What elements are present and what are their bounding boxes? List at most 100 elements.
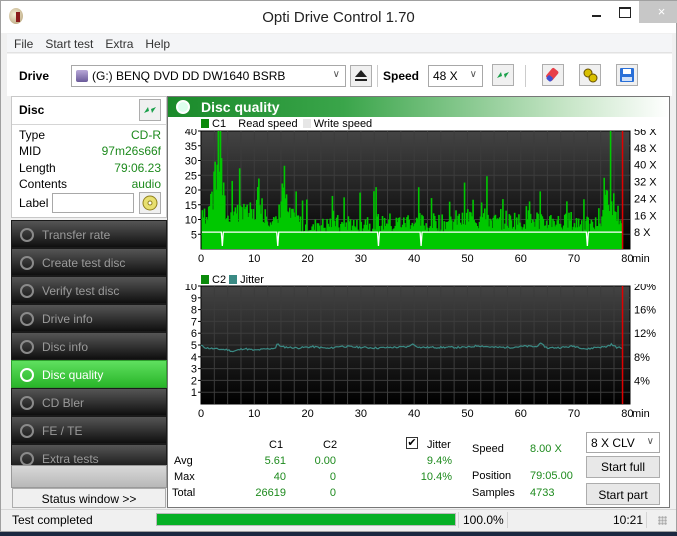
resize-grip-icon[interactable] <box>658 516 667 525</box>
status-divider <box>507 512 508 528</box>
start-full-button[interactable]: Start full <box>586 456 660 478</box>
x-tick-label: 30 <box>355 408 367 420</box>
jitter-swatch <box>229 275 238 284</box>
disc-length-key: Length <box>19 161 56 175</box>
nav-label: Create test disc <box>42 256 126 270</box>
start-part-button[interactable]: Start part <box>586 483 660 505</box>
nav-label: Disc info <box>42 340 89 354</box>
x-tick-label: 0 <box>198 408 204 420</box>
samples-label: Samples <box>472 487 515 499</box>
menu-help[interactable]: Help <box>138 34 175 51</box>
nav-label: Disc quality <box>42 368 104 382</box>
refresh-icon <box>497 72 509 78</box>
save-button[interactable] <box>616 64 638 86</box>
col-header-c1: C1 <box>269 439 284 451</box>
eraser-icon <box>546 68 559 82</box>
y-tick-label: 5 <box>191 340 197 352</box>
menu-bar: File Start test Extra Help <box>7 34 672 53</box>
c1-base-fill <box>202 231 623 249</box>
y2-tick-label: 20% <box>634 284 656 293</box>
x-tick-label: 20 <box>301 253 313 265</box>
refresh-speed-button[interactable] <box>492 64 514 86</box>
menu-file[interactable]: File <box>7 34 38 51</box>
y2-tick-label: 12% <box>634 328 656 340</box>
refresh-disc-button[interactable] <box>139 99 161 121</box>
y2-tick-label: 32 X <box>634 177 657 189</box>
x-tick-label: 70 <box>568 253 580 265</box>
gears-icon <box>583 68 598 83</box>
nav-cd-bler[interactable]: CD Bler <box>11 388 167 416</box>
drive-icon <box>76 70 88 82</box>
disc-contents-value: audio <box>131 177 161 191</box>
nav-label: Drive info <box>42 312 93 326</box>
x-tick-label: 10 <box>248 253 260 265</box>
nav-fe-te[interactable]: FE / TE <box>11 416 167 444</box>
speed-info-value: 8.00 X <box>530 443 562 455</box>
disc-label-key: Label <box>19 196 49 210</box>
x-tick-label: 50 <box>461 408 473 420</box>
cd-icon <box>142 195 158 211</box>
erase-button[interactable] <box>542 64 564 86</box>
status-window-button[interactable]: Status window >> <box>12 488 166 508</box>
disc-mid-value: 97m26s66f <box>101 144 161 158</box>
nav-drive-info[interactable]: Drive info <box>11 304 167 332</box>
disc-contents-key: Contents <box>19 177 68 191</box>
jitter-label: Jitter <box>427 439 451 451</box>
nav-verify-test-disc[interactable]: Verify test disc <box>11 276 167 304</box>
disc-label-button[interactable] <box>139 192 161 214</box>
refresh-icon <box>144 107 156 113</box>
chevron-down-icon: ∨ <box>646 436 654 447</box>
x-tick-label: 40 <box>408 408 420 420</box>
y2-tick-label: 16% <box>634 305 656 317</box>
max-c2-value: 0 <box>329 471 336 483</box>
avg-c2-value: 0.00 <box>314 455 336 467</box>
title-bar: Opti Drive Control 1.70 × <box>1 1 677 33</box>
jitter-checkbox[interactable]: ✔ <box>406 437 418 449</box>
status-divider <box>458 512 459 528</box>
total-label: Total <box>172 487 196 499</box>
y2-tick-label: 24 X <box>634 193 657 205</box>
y-tick-label: 2 <box>191 375 197 387</box>
drive-select[interactable]: (G:) BENQ DVD DD DW1640 BSRB ∨ <box>71 65 346 87</box>
nav-transfer-rate[interactable]: Transfer rate <box>11 220 167 248</box>
chevron-down-icon: ∨ <box>469 69 477 80</box>
panel-header: Disc quality <box>168 97 669 117</box>
c2-swatch <box>201 275 209 284</box>
total-c1-value: 26619 <box>255 487 286 499</box>
close-button[interactable]: × <box>639 1 677 23</box>
eject-button[interactable] <box>350 65 372 87</box>
disc-quality-icon <box>176 100 190 114</box>
x-tick-label: 50 <box>461 253 473 265</box>
y-tick-label: 10 <box>185 215 197 227</box>
y-tick-label: 10 <box>185 284 197 293</box>
speed-select[interactable]: 48 X ∨ <box>428 65 483 87</box>
chevron-down-icon: ∨ <box>332 69 340 80</box>
menu-extra[interactable]: Extra <box>98 34 138 51</box>
nav-label: CD Bler <box>42 396 85 410</box>
x-tick-label: 10 <box>248 408 260 420</box>
avg-c1-value: 5.61 <box>264 455 286 467</box>
y-tick-label: 15 <box>185 200 197 212</box>
nav-create-test-disc[interactable]: Create test disc <box>11 248 167 276</box>
disc-test-icon <box>20 452 34 466</box>
disc-label-input[interactable] <box>52 193 134 213</box>
max-c1-value: 40 <box>273 471 286 483</box>
maximize-button[interactable] <box>611 1 639 23</box>
max-label: Max <box>174 471 195 483</box>
x-axis-label: min <box>632 253 650 265</box>
y-tick-label: 4 <box>191 352 197 364</box>
progress-fill <box>157 514 455 525</box>
test-mode-select[interactable]: 8 X CLV ∨ <box>586 432 660 453</box>
nav-filler <box>11 465 167 488</box>
x-tick-label: 60 <box>515 408 527 420</box>
disc-type-value: CD-R <box>131 128 161 142</box>
speed-label: Speed <box>383 69 420 83</box>
menu-start-test[interactable]: Start test <box>38 34 98 51</box>
settings-button[interactable] <box>579 64 601 86</box>
minimize-button[interactable] <box>583 1 611 23</box>
nav-disc-info[interactable]: Disc info <box>11 332 167 360</box>
progress-bar <box>156 513 456 526</box>
nav-label: Extra tests <box>42 452 99 466</box>
x-tick-label: 30 <box>355 253 367 265</box>
nav-disc-quality[interactable]: Disc quality <box>11 360 167 388</box>
